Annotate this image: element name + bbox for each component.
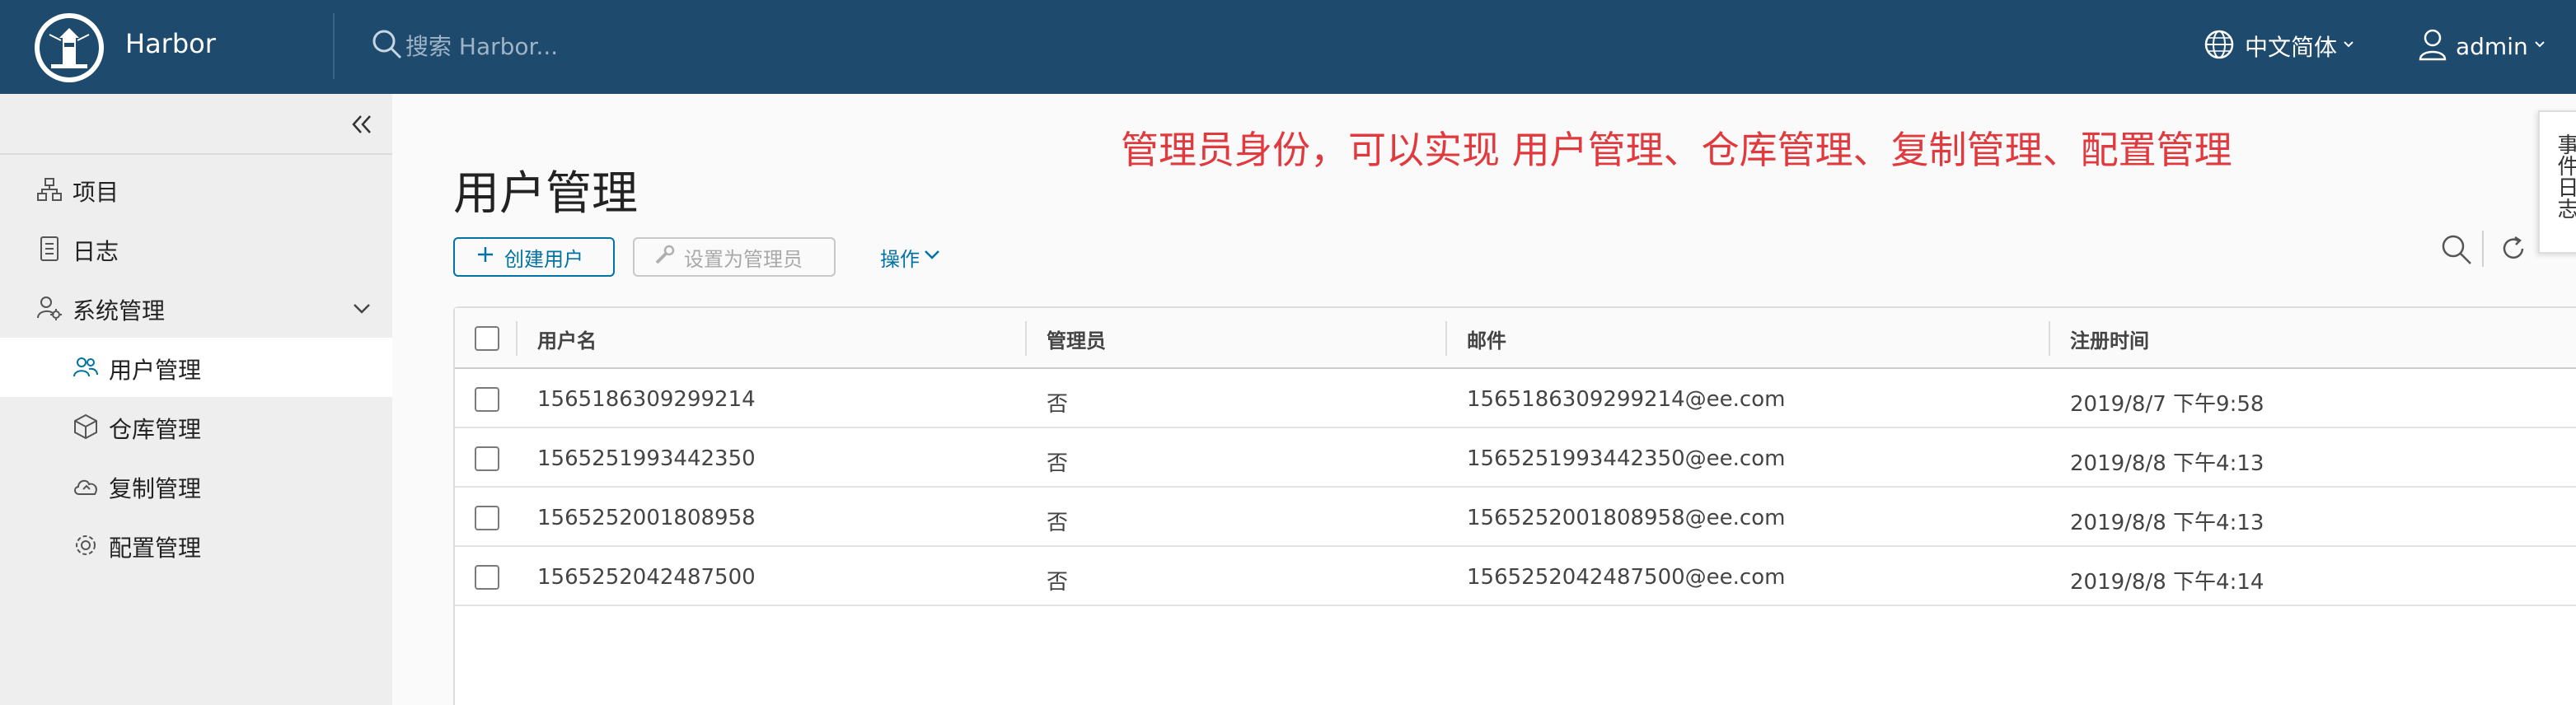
language-selector[interactable]: 中文简体 [2204, 28, 2355, 64]
set-admin-label: 设置为管理员 [684, 247, 803, 271]
users-icon [73, 354, 99, 384]
table-row[interactable]: 1565186309299214 否 1565186309299214@ee.c… [455, 369, 2576, 428]
toolbar-divider [2482, 231, 2484, 267]
main-content: 管理员身份，可以实现 用户管理、仓库管理、复制管理、配置管理 用户管理 创建用户… [392, 94, 2576, 705]
sidebar-item-label: 项目 [73, 179, 119, 206]
column-header-registered[interactable]: 注册时间 [2070, 324, 2149, 353]
plus-icon [476, 245, 494, 268]
sidebar-item-label: 日志 [73, 238, 119, 265]
row-checkbox[interactable] [475, 506, 499, 530]
sidebar-item-projects[interactable]: 项目 [0, 160, 392, 219]
column-header-username[interactable]: 用户名 [537, 324, 597, 353]
header-divider [333, 13, 335, 79]
globe-icon [2204, 29, 2235, 63]
admin-cell: 否 [1047, 392, 1069, 417]
sidebar-collapse-row [0, 94, 392, 155]
sidebar-item-logs[interactable]: 日志 [0, 219, 392, 278]
select-all-checkbox[interactable] [475, 326, 499, 351]
table-row[interactable]: 1565252042487500 否 1565252042487500@ee.c… [455, 547, 2576, 606]
email-cell: 1565252042487500@ee.com [1467, 565, 1786, 590]
table-row[interactable]: 1565251993442350 否 1565251993442350@ee.c… [455, 428, 2576, 488]
sidebar-item-replication-management[interactable]: 复制管理 [0, 456, 392, 516]
admin-icon [36, 295, 63, 324]
global-search-input[interactable] [405, 28, 900, 64]
brand-name[interactable]: Harbor [125, 28, 216, 59]
admin-cell: 否 [1047, 451, 1069, 476]
username-cell: 1565252042487500 [537, 565, 756, 590]
sidebar-item-label: 复制管理 [109, 475, 202, 502]
event-log-tab[interactable]: 事件日志 [2538, 110, 2576, 254]
create-user-button[interactable]: 创建用户 [453, 237, 615, 277]
table-header: 用户名 管理员 邮件 注册时间 [455, 308, 2576, 369]
user-icon [2418, 28, 2447, 64]
registered-cell: 2019/8/8 下午4:13 [2070, 451, 2265, 476]
page-title: 用户管理 [453, 167, 638, 221]
admin-cell: 否 [1047, 570, 1069, 595]
set-admin-button[interactable]: 设置为管理员 [633, 237, 836, 277]
registered-cell: 2019/8/7 下午9:58 [2070, 392, 2265, 417]
email-cell: 1565252001808958@ee.com [1467, 506, 1786, 530]
email-cell: 1565251993442350@ee.com [1467, 446, 1786, 471]
admin-cell: 否 [1047, 511, 1069, 535]
registry-icon [73, 413, 99, 443]
column-separator[interactable] [1025, 321, 1027, 356]
sidebar-item-label: 系统管理 [73, 297, 166, 324]
username-cell: 1565252001808958 [537, 506, 756, 530]
registered-cell: 2019/8/8 下午4:13 [2070, 511, 2265, 535]
search-icon[interactable] [371, 28, 404, 64]
settings-icon [73, 532, 99, 562]
column-separator[interactable] [2049, 321, 2050, 356]
language-label: 中文简体 [2245, 34, 2338, 61]
chevron-down-icon[interactable] [351, 298, 372, 323]
username-label: admin [2456, 32, 2528, 60]
user-menu[interactable]: admin [2418, 28, 2546, 64]
sidebar-item-label: 配置管理 [109, 535, 202, 562]
actions-label: 操作 [880, 247, 920, 271]
chevron-down-icon [2533, 38, 2546, 54]
sidebar-item-user-management[interactable]: 用户管理 [0, 338, 392, 397]
registered-cell: 2019/8/8 下午4:14 [2070, 570, 2265, 595]
column-header-admin[interactable]: 管理员 [1047, 324, 1106, 353]
chevron-down-icon [923, 245, 941, 268]
logs-icon [36, 236, 63, 265]
app-header: Harbor 中文简体 admin [0, 0, 2576, 94]
row-checkbox[interactable] [475, 565, 499, 590]
refresh-icon[interactable] [2499, 234, 2528, 267]
table-row[interactable]: 1565252001808958 否 1565252001808958@ee.c… [455, 488, 2576, 547]
harbor-logo[interactable] [35, 13, 104, 82]
email-cell: 1565186309299214@ee.com [1467, 387, 1786, 412]
sidebar-item-label: 用户管理 [109, 357, 202, 384]
column-separator[interactable] [1445, 321, 1447, 356]
username-cell: 1565186309299214 [537, 387, 756, 412]
row-checkbox[interactable] [475, 446, 499, 471]
sidebar-item-config-management[interactable]: 配置管理 [0, 516, 392, 575]
sidebar: 项目 日志 系统管理 用户管理 仓库管理 复制管理 配置管理 [0, 94, 392, 705]
wrench-icon [654, 244, 676, 270]
users-table: 用户名 管理员 邮件 注册时间 1565186309299214 否 15651… [453, 306, 2576, 705]
actions-dropdown[interactable]: 操作 [880, 237, 941, 277]
column-separator [516, 321, 518, 356]
create-user-label: 创建用户 [504, 247, 583, 271]
search-icon[interactable] [2439, 232, 2474, 270]
sidebar-item-label: 仓库管理 [109, 416, 202, 443]
collapse-sidebar-icon[interactable] [349, 112, 374, 140]
row-checkbox[interactable] [475, 387, 499, 412]
chevron-down-icon [2342, 38, 2355, 54]
sidebar-item-registry-management[interactable]: 仓库管理 [0, 397, 392, 456]
sidebar-item-admin[interactable]: 系统管理 [0, 278, 392, 338]
annotation-text: 管理员身份，可以实现 用户管理、仓库管理、复制管理、配置管理 [1121, 128, 2232, 172]
event-log-label: 事件日志 [2554, 133, 2576, 219]
column-header-email[interactable]: 邮件 [1467, 324, 1506, 353]
replication-icon [73, 473, 101, 502]
projects-icon [36, 176, 63, 206]
username-cell: 1565251993442350 [537, 446, 756, 471]
